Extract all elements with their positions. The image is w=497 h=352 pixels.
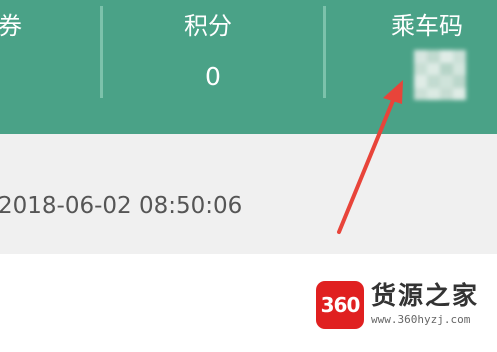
app-screen: 券 积分 0 乘车码 2018-06-02 08:50:06 360 货源之家 … [0, 0, 497, 352]
qr-cell [453, 75, 466, 88]
qr-cell [440, 50, 453, 63]
header-divider [323, 6, 326, 98]
coupon-label[interactable]: 券 [0, 10, 22, 42]
qr-cell [440, 62, 453, 75]
account-summary-header: 券 积分 0 乘车码 [0, 0, 497, 134]
ride-code-label[interactable]: 乘车码 [391, 10, 463, 42]
qr-cell [427, 50, 440, 63]
qr-cell [427, 62, 440, 75]
qr-cell [453, 87, 466, 100]
site-watermark: 360 货源之家 www.360hyzj.com [316, 281, 494, 331]
qr-cell [414, 75, 427, 88]
qr-cell [414, 50, 427, 63]
qr-cell [427, 75, 440, 88]
qr-cell [414, 87, 427, 100]
watermark-logo: 360 [316, 281, 364, 329]
watermark-title: 货源之家 [371, 281, 480, 310]
points-value[interactable]: 0 [205, 62, 221, 92]
qr-cell [414, 62, 427, 75]
ride-code-qr-icon[interactable] [414, 50, 466, 100]
trip-record-row[interactable]: 2018-06-02 08:50:06 [0, 134, 497, 254]
header-divider [100, 6, 103, 98]
watermark-url: www.360hyzj.com [371, 313, 471, 326]
trip-timestamp: 2018-06-02 08:50:06 [0, 193, 243, 219]
qr-cell [440, 75, 453, 88]
qr-cell [427, 87, 440, 100]
qr-cell [453, 62, 466, 75]
qr-cell [440, 87, 453, 100]
qr-cell [453, 50, 466, 63]
points-label[interactable]: 积分 [184, 10, 232, 42]
